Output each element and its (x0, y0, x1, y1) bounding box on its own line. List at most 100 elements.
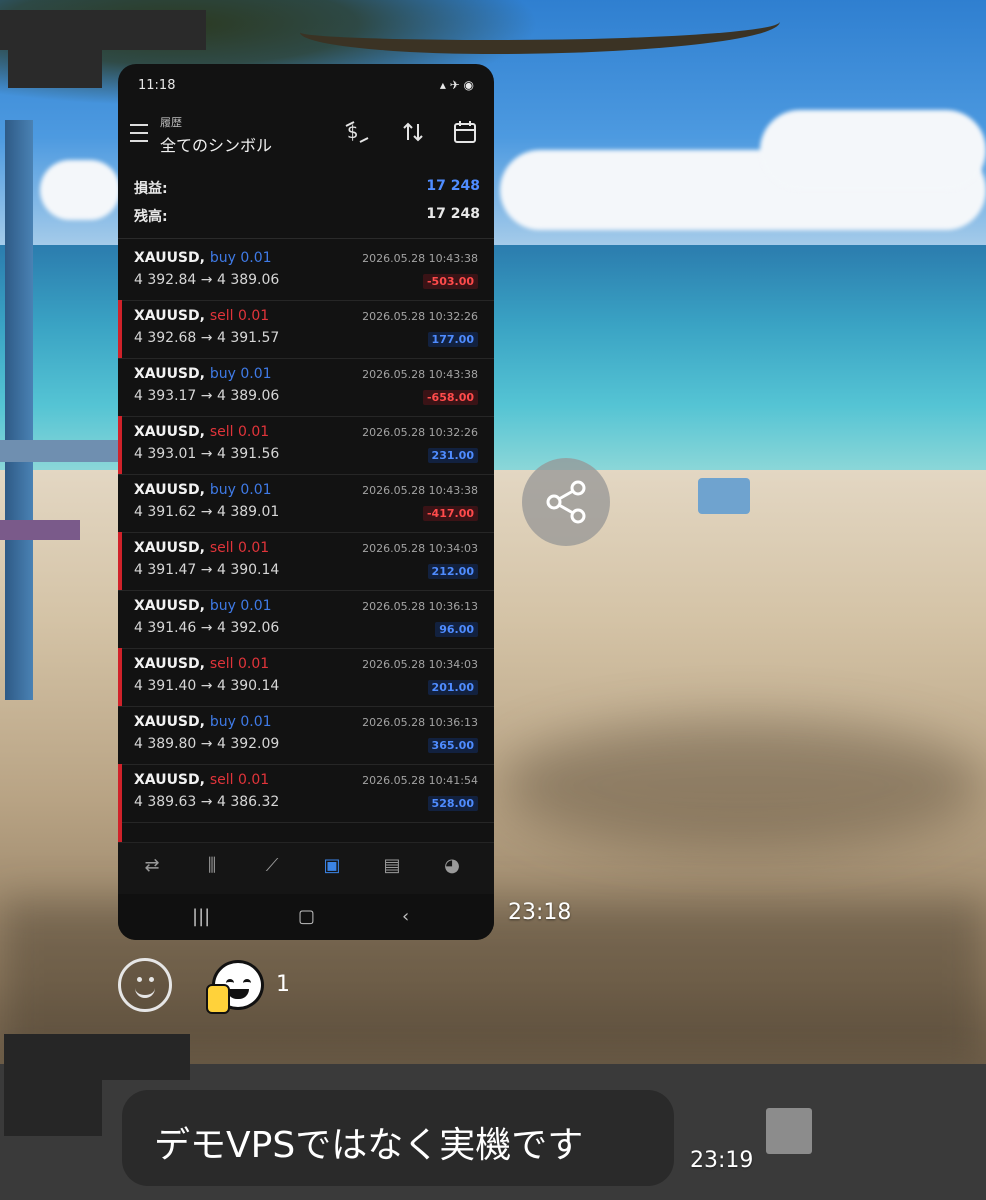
trade-date: 2026.05.28 10:41:54 (362, 774, 478, 787)
cloud (760, 110, 986, 190)
trade-row[interactable]: XAUUSD, buy 0.01 4 391.46 → 4 392.06 2026.… (118, 590, 494, 649)
trade-prices: 4 391.62 → 4 389.01 (134, 504, 280, 520)
trade-side: sell 0.01 (209, 540, 270, 556)
trade-symbol: XAUUSD, sell 0.01 (134, 424, 269, 440)
trade-side: sell 0.01 (209, 308, 270, 324)
currency-exchange-icon[interactable]: $ (344, 120, 370, 149)
trade-icon[interactable]: ⟋ (252, 855, 292, 883)
profit-row: 損益: 17 248 (134, 178, 480, 204)
tree-shadow (500, 720, 986, 850)
system-navigation: ||| ▢ ‹ (118, 894, 494, 940)
trade-side: sell 0.01 (209, 424, 270, 440)
symbol-text: XAUUSD, (134, 714, 205, 730)
smile-icon-mouth (135, 985, 155, 998)
symbol-text: XAUUSD, (134, 482, 205, 498)
trade-side: buy 0.01 (209, 598, 272, 614)
trade-side: buy 0.01 (209, 366, 272, 382)
trade-side: sell 0.01 (209, 772, 270, 788)
news-icon[interactable]: ▤ (372, 855, 412, 883)
trade-prices: 4 392.68 → 4 391.57 (134, 330, 280, 346)
trade-date: 2026.05.28 10:32:26 (362, 426, 478, 439)
header-title[interactable]: 全てのシンボル (160, 132, 272, 156)
trade-profit: 528.00 (427, 796, 478, 811)
trade-date: 2026.05.28 10:36:13 (362, 716, 478, 729)
trade-row[interactable]: XAUUSD, sell 0.01 4 389.63 → 4 386.32 2026… (118, 764, 494, 823)
trade-prices: 4 391.46 → 4 392.06 (134, 620, 280, 636)
symbol-text: XAUUSD, (134, 540, 205, 556)
symbol-text: XAUUSD, (134, 772, 205, 788)
balance-row: 残高: 17 248 (134, 206, 480, 232)
trade-profit: -658.00 (422, 390, 478, 405)
message-text: デモVPSではなく実機です (154, 1125, 584, 1166)
table (0, 440, 118, 462)
app-header: 履歴 全てのシンボル $ (118, 108, 494, 164)
quotes-icon[interactable]: ⇄ (132, 855, 172, 883)
trade-row[interactable]: XAUUSD, buy 0.01 4 389.80 → 4 392.09 2026.… (118, 706, 494, 765)
back-icon[interactable]: ‹ (402, 906, 409, 927)
status-icons: ▴ ✈ ◉ (439, 78, 474, 92)
profit-label: 損益: (134, 181, 168, 197)
trade-row[interactable]: XAUUSD, buy 0.01 4 393.17 → 4 389.06 2026.… (118, 358, 494, 417)
trade-row[interactable]: XAUUSD, sell 0.01 4 391.47 → 4 390.14 2026… (118, 532, 494, 591)
trade-profit: 212.00 (427, 564, 478, 579)
trade-row[interactable]: XAUUSD, buy 0.01 4 391.62 → 4 389.01 2026.… (118, 474, 494, 533)
read-receipt-box (766, 1108, 812, 1154)
trade-side: buy 0.01 (209, 482, 272, 498)
history-icon[interactable]: ▣ (312, 855, 352, 883)
image-timestamp: 23:18 (508, 900, 572, 925)
trade-row[interactable]: XAUUSD, sell 0.01 4 391.40 → 4 390.14 2026… (118, 648, 494, 707)
trade-row[interactable]: XAUUSD, sell 0.01 4 393.01 → 4 391.56 2026… (118, 416, 494, 475)
trade-date: 2026.05.28 10:36:13 (362, 600, 478, 613)
sort-icon[interactable] (400, 120, 426, 149)
calendar-icon[interactable] (452, 120, 478, 149)
bench (0, 520, 80, 540)
trade-prices: 4 389.80 → 4 392.09 (134, 736, 280, 752)
status-time: 11:18 (138, 78, 176, 93)
symbol-text: XAUUSD, (134, 598, 205, 614)
trade-profit: 201.00 (427, 680, 478, 695)
trade-prices: 4 392.84 → 4 389.06 (134, 272, 280, 288)
header-subtitle: 履歴 (160, 116, 182, 129)
trade-symbol: XAUUSD, sell 0.01 (134, 540, 269, 556)
trade-date: 2026.05.28 10:43:38 (362, 368, 478, 381)
trade-date: 2026.05.28 10:34:03 (362, 542, 478, 555)
trade-profit: 231.00 (427, 448, 478, 463)
trade-side: sell 0.01 (209, 656, 270, 672)
recent-apps-icon[interactable]: ||| (192, 906, 210, 927)
symbol-text: XAUUSD, (134, 308, 205, 324)
trade-list[interactable]: XAUUSD, buy 0.01 4 392.84 → 4 389.06 2026.… (118, 242, 494, 880)
trade-row-partial (118, 822, 494, 880)
account-summary: 損益: 17 248 残高: 17 248 (118, 168, 494, 239)
trade-symbol: XAUUSD, buy 0.01 (134, 598, 272, 614)
trade-date: 2026.05.28 10:43:38 (362, 484, 478, 497)
trade-prices: 4 391.40 → 4 390.14 (134, 678, 280, 694)
message-bubble[interactable]: デモVPSではなく実機です (122, 1090, 674, 1186)
trade-profit: 96.00 (435, 622, 478, 637)
balance-label: 残高: (134, 209, 168, 225)
pole (5, 120, 33, 700)
trade-profit: 177.00 (427, 332, 478, 347)
chat-icon[interactable]: ◕ (432, 855, 472, 883)
share-button[interactable] (522, 458, 610, 546)
trade-symbol: XAUUSD, sell 0.01 (134, 308, 269, 324)
trade-row[interactable]: XAUUSD, sell 0.01 4 392.68 → 4 391.57 2026… (118, 300, 494, 359)
trade-row[interactable]: XAUUSD, buy 0.01 4 392.84 → 4 389.06 2026.… (118, 242, 494, 301)
trade-symbol: XAUUSD, sell 0.01 (134, 772, 269, 788)
trade-date: 2026.05.28 10:32:26 (362, 310, 478, 323)
trade-date: 2026.05.28 10:34:03 (362, 658, 478, 671)
redacted-avatar (8, 44, 102, 88)
home-icon[interactable]: ▢ (298, 906, 315, 927)
trade-symbol: XAUUSD, buy 0.01 (134, 714, 272, 730)
balance-value: 17 248 (426, 206, 480, 222)
add-reaction-button[interactable] (118, 958, 172, 1012)
bottom-navigation: ⇄ ⫼ ⟋ ▣ ▤ ◕ (118, 842, 494, 895)
reaction-emoji[interactable] (206, 960, 264, 1014)
trade-prices: 4 393.17 → 4 389.06 (134, 388, 280, 404)
trade-symbol: XAUUSD, buy 0.01 (134, 482, 272, 498)
menu-icon[interactable] (130, 124, 148, 142)
trade-prices: 4 391.47 → 4 390.14 (134, 562, 280, 578)
smile-icon (137, 977, 142, 982)
face-eye (243, 979, 251, 986)
chart-candles-icon[interactable]: ⫼ (192, 855, 232, 883)
trade-history-screenshot[interactable]: 11:18 ▴ ✈ ◉ 履歴 全てのシンボル $ 損益: 17 248 残高: … (118, 64, 494, 940)
